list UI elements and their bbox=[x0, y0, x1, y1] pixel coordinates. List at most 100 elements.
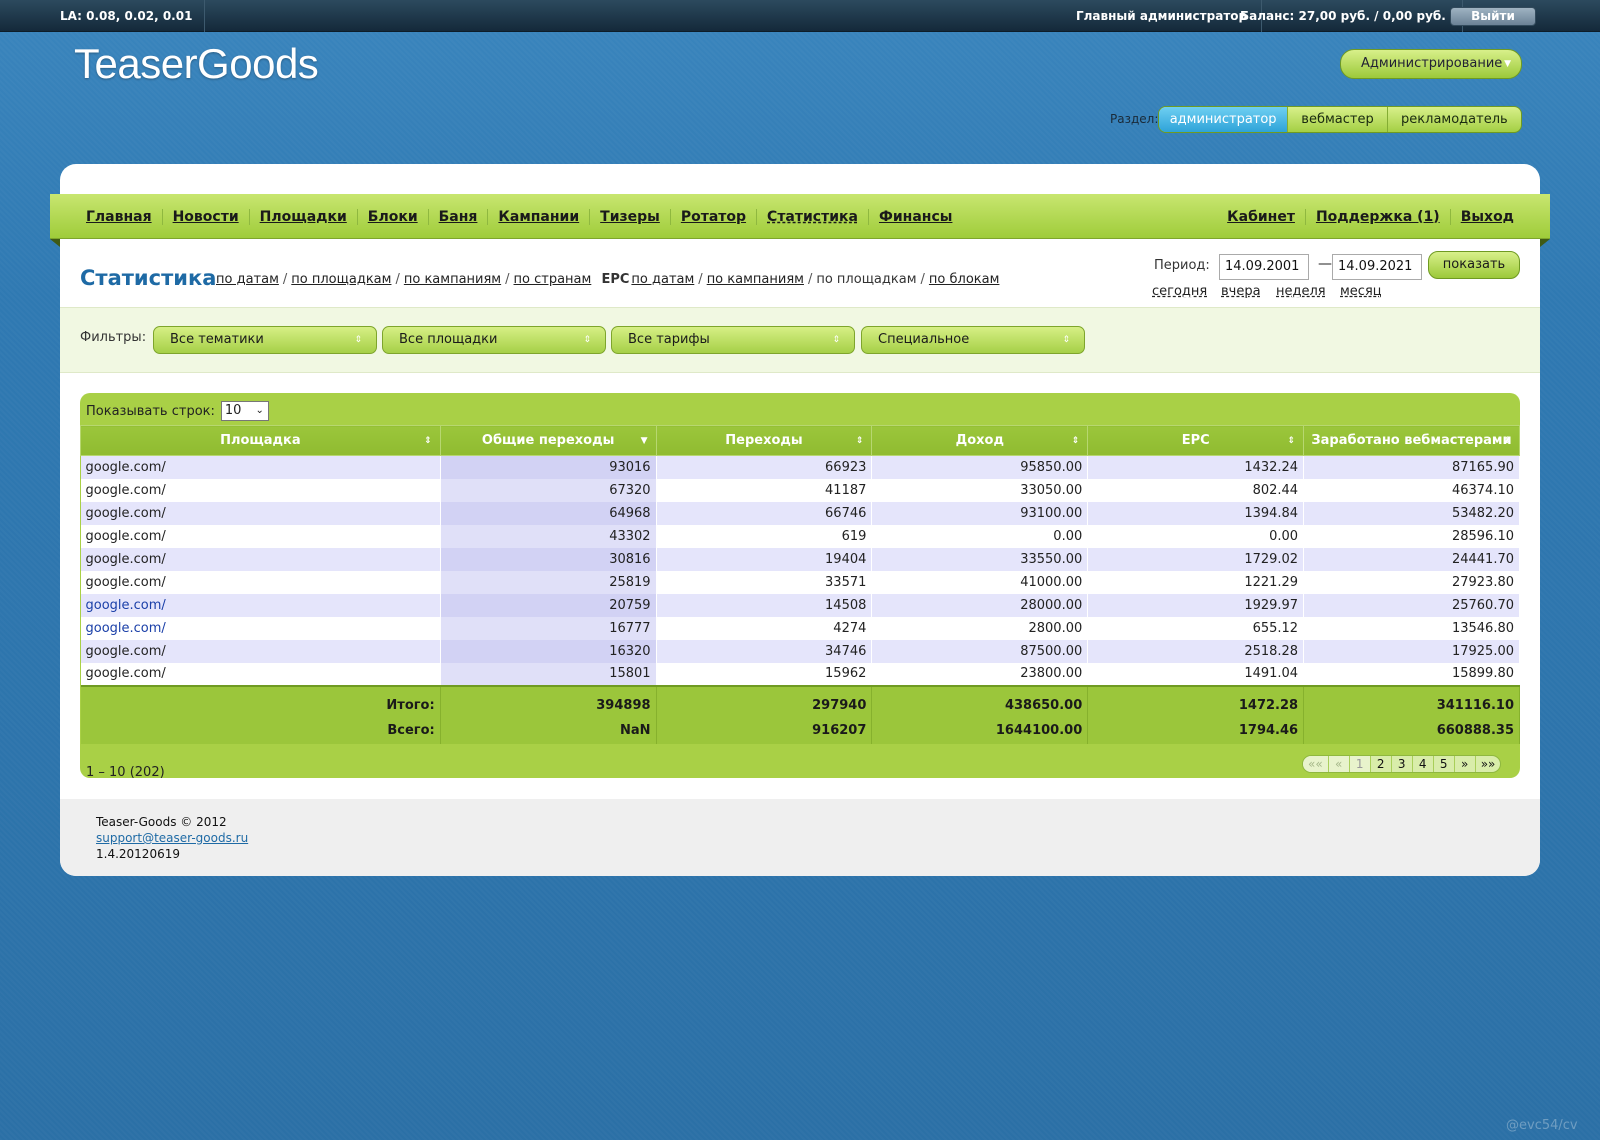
totals-value: 1794.46 bbox=[1087, 717, 1305, 744]
section-advertiser[interactable]: рекламодатель bbox=[1388, 107, 1521, 132]
totals-row: Всего: NaN 916207 1644100.00 1794.46 660888.3… bbox=[80, 717, 1520, 744]
col-clicks-label: Переходы bbox=[725, 433, 803, 448]
link-by-countries[interactable]: по странам bbox=[514, 272, 592, 287]
pager-page-4[interactable]: 4 bbox=[1413, 756, 1434, 772]
logo[interactable]: TeaserGoods bbox=[74, 40, 319, 88]
section-admin[interactable]: администратор bbox=[1159, 107, 1289, 132]
pager-range: 1 – 10 (202) bbox=[86, 765, 165, 780]
nav-exit[interactable]: Выход bbox=[1449, 208, 1524, 225]
value-cell: 33050.00 bbox=[871, 478, 1089, 502]
main-nav: Главная Новости Площадки Блоки Баня Камп… bbox=[50, 194, 1550, 247]
value-cell: 802.44 bbox=[1087, 478, 1305, 502]
top-bar: LA: 0.08, 0.02, 0.01 Главный администрат… bbox=[0, 0, 1600, 32]
col-webmaster-earnings[interactable]: Заработано вебмастерами ⇕ bbox=[1303, 425, 1520, 456]
nav-cabinet[interactable]: Кабинет bbox=[1217, 209, 1305, 225]
pager-page-1[interactable]: 1 bbox=[1349, 756, 1371, 772]
nav-home[interactable]: Главная bbox=[76, 209, 162, 225]
value-cell: 15899.80 bbox=[1303, 662, 1520, 686]
value-cell: 13546.80 bbox=[1303, 616, 1520, 640]
quick-yesterday[interactable]: вчера bbox=[1221, 284, 1261, 299]
load-average: LA: 0.08, 0.02, 0.01 bbox=[48, 0, 206, 32]
link-epc-by-campaigns[interactable]: по кампаниям bbox=[707, 272, 804, 287]
value-cell: 28000.00 bbox=[871, 593, 1089, 617]
filter-tariffs-select[interactable]: Все тарифы ⇕ bbox=[611, 326, 855, 354]
value-cell: 95850.00 bbox=[871, 455, 1089, 479]
rows-per-page-value: 10 bbox=[224, 403, 242, 418]
pager-page-3[interactable]: 3 bbox=[1392, 756, 1413, 772]
nav-teasers[interactable]: Тизеры bbox=[589, 208, 670, 225]
totals-label: Итого: bbox=[80, 684, 441, 718]
date-to-input[interactable]: 14.09.2021 bbox=[1332, 254, 1422, 280]
site-cell[interactable]: google.com/ bbox=[80, 593, 441, 617]
link-by-campaigns[interactable]: по кампаниям bbox=[404, 272, 501, 287]
value-cell: 2800.00 bbox=[871, 616, 1089, 640]
pager-page-2[interactable]: 2 bbox=[1371, 756, 1392, 772]
totals-value: 394898 bbox=[440, 684, 657, 718]
date-from-input[interactable]: 14.09.2001 bbox=[1219, 254, 1309, 280]
nav-blocks[interactable]: Блоки bbox=[356, 208, 428, 225]
col-total-clicks-label: Общие переходы bbox=[481, 433, 615, 448]
value-cell: 66923 bbox=[656, 455, 873, 479]
value-cell: 1929.97 bbox=[1087, 593, 1305, 617]
totals-value: NaN bbox=[440, 717, 657, 744]
pager-prev[interactable]: « bbox=[1328, 756, 1350, 772]
nav-campaigns[interactable]: Кампании bbox=[487, 208, 589, 225]
quick-month[interactable]: месяц bbox=[1340, 284, 1382, 299]
col-income[interactable]: Доход ⇕ bbox=[871, 425, 1089, 456]
admin-menu-label: Администрирование bbox=[1361, 56, 1503, 71]
value-cell: 1394.84 bbox=[1087, 501, 1305, 525]
filter-special-select[interactable]: Специальное ⇕ bbox=[861, 326, 1085, 354]
site-cell: google.com/ bbox=[80, 524, 441, 548]
value-cell: 17925.00 bbox=[1303, 639, 1520, 663]
sort-desc-icon: ▼ bbox=[640, 436, 648, 446]
section-label: Раздел: bbox=[1110, 112, 1159, 126]
sort-icon: ⇕ bbox=[424, 436, 432, 446]
nav-news[interactable]: Новости bbox=[161, 208, 249, 225]
totals-value: 916207 bbox=[656, 717, 873, 744]
show-button[interactable]: показать bbox=[1428, 251, 1520, 279]
totals-value: 660888.35 bbox=[1303, 717, 1520, 744]
nav-rotator[interactable]: Ротатор bbox=[669, 208, 756, 225]
admin-menu-button[interactable]: Администрирование ▼ bbox=[1340, 49, 1522, 79]
section-webmaster[interactable]: вебмастер bbox=[1288, 107, 1388, 132]
table-row: google.com/20759 14508 28000.00 1929.97 2576… bbox=[80, 593, 1520, 617]
col-clicks[interactable]: Переходы ⇕ bbox=[655, 425, 873, 456]
nav-support[interactable]: Поддержка (1) bbox=[1304, 208, 1450, 225]
current-user: Главный администратор bbox=[1076, 0, 1263, 32]
stats-table: Площадка ⇕ Общие переходы ▼ Переходы ⇕ Дохо… bbox=[80, 425, 1520, 744]
rows-per-page-select[interactable]: 10 ⌄ bbox=[220, 401, 269, 421]
filter-topics-select[interactable]: Все тематики ⇕ bbox=[153, 326, 377, 354]
value-cell: 53482.20 bbox=[1303, 501, 1520, 525]
rows-toolbar: Показывать строк: 10 ⌄ bbox=[86, 399, 269, 423]
pager-next[interactable]: » bbox=[1455, 756, 1476, 772]
pager-last[interactable]: »» bbox=[1476, 756, 1501, 772]
link-by-dates[interactable]: по датам bbox=[216, 272, 279, 287]
logout-button[interactable]: Выйти bbox=[1450, 7, 1536, 26]
link-by-sites[interactable]: по площадкам bbox=[291, 272, 391, 287]
col-epc[interactable]: EPC ⇕ bbox=[1087, 425, 1305, 456]
table-row: google.com/16777 4274 2800.00 655.12 13546.8… bbox=[80, 616, 1520, 640]
pager-page-5[interactable]: 5 bbox=[1434, 756, 1455, 772]
quick-today[interactable]: сегодня bbox=[1152, 284, 1207, 299]
value-cell: 2518.28 bbox=[1087, 639, 1305, 663]
nav-ban[interactable]: Баня bbox=[427, 208, 488, 225]
value-cell: 19404 bbox=[656, 547, 873, 571]
col-total-clicks[interactable]: Общие переходы ▼ bbox=[439, 425, 657, 456]
value-cell: 619 bbox=[656, 524, 873, 548]
filter-sites-select[interactable]: Все площадки ⇕ bbox=[382, 326, 606, 354]
value-cell: 655.12 bbox=[1087, 616, 1305, 640]
link-epc-by-dates[interactable]: по датам bbox=[631, 272, 694, 287]
nav-statistics[interactable]: Статистика bbox=[756, 208, 868, 225]
nav-sites[interactable]: Площадки bbox=[248, 208, 357, 225]
nav-finance[interactable]: Финансы bbox=[867, 208, 962, 225]
site-cell: google.com/ bbox=[80, 570, 441, 594]
table-row: google.com/15801 15962 23800.00 1491.04 1589… bbox=[80, 662, 1520, 686]
table-row: google.com/25819 33571 41000.00 1221.29 2792… bbox=[80, 570, 1520, 594]
col-site[interactable]: Площадка ⇕ bbox=[80, 425, 441, 456]
quick-week[interactable]: неделя bbox=[1276, 284, 1326, 299]
link-epc-by-blocks[interactable]: по блокам bbox=[929, 272, 1000, 287]
table-row: google.com/16320 34746 87500.00 2518.28 1792… bbox=[80, 639, 1520, 663]
pager-first[interactable]: «« bbox=[1303, 756, 1329, 772]
site-cell[interactable]: google.com/ bbox=[80, 616, 441, 640]
footer-email-link[interactable]: support@teaser-goods.ru bbox=[96, 831, 248, 845]
